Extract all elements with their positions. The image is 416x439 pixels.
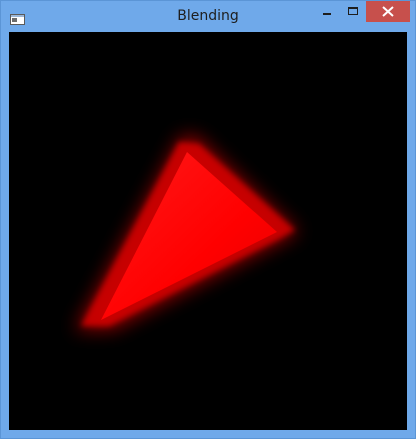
minimize-button[interactable] — [314, 1, 340, 22]
app-window: Blending — [0, 0, 416, 439]
close-button[interactable] — [366, 1, 410, 22]
title-bar[interactable]: Blending — [1, 1, 415, 32]
blended-triangle-scene — [9, 32, 407, 430]
render-canvas[interactable] — [9, 32, 407, 430]
window-icon[interactable] — [10, 10, 25, 25]
maximize-button[interactable] — [340, 1, 366, 22]
